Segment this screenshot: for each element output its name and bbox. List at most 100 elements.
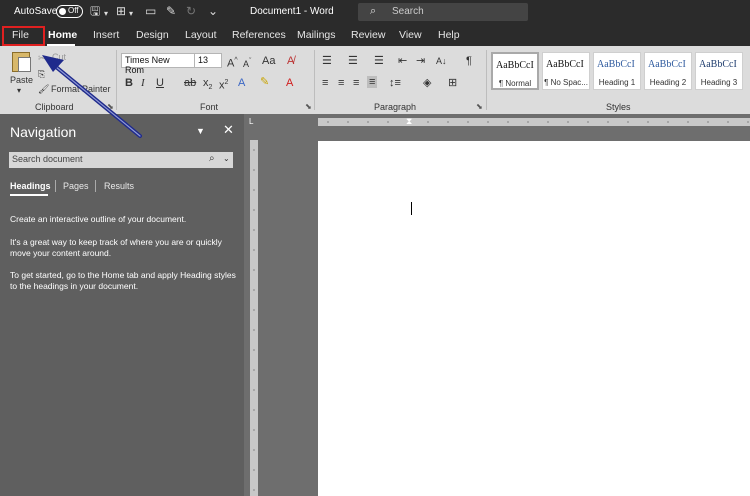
- horizontal-ruler[interactable]: [318, 118, 750, 126]
- tab-help[interactable]: Help: [438, 29, 460, 41]
- save-icon[interactable]: 🖫: [90, 4, 100, 18]
- save-dropdown-icon[interactable]: ▾: [104, 7, 108, 21]
- styles-group-label: Styles: [606, 102, 631, 112]
- customize-toolbar-icon[interactable]: ⌄: [208, 4, 218, 18]
- autosave-toggle[interactable]: Off: [56, 5, 83, 18]
- nav-tab-pages[interactable]: Pages: [63, 181, 89, 191]
- style-sample: AaBbCcI: [496, 60, 534, 71]
- nav-help-text: To get started, go to the Home tab and a…: [10, 270, 236, 291]
- bullets-icon[interactable]: ☰: [322, 55, 332, 67]
- shrink-font-icon[interactable]: Aˇ: [243, 56, 251, 70]
- strikethrough-button[interactable]: ab: [184, 77, 196, 89]
- autosave-state: Off: [68, 6, 79, 15]
- ribbon-tabs: File Home Insert Design Layout Reference…: [0, 24, 750, 46]
- sort-icon[interactable]: A↓: [436, 55, 447, 67]
- style-heading-2[interactable]: AaBbCcI Heading 2: [644, 52, 692, 90]
- text-cursor: [411, 202, 412, 215]
- tab-design[interactable]: Design: [136, 29, 169, 41]
- tab-selector[interactable]: L: [249, 117, 253, 126]
- clear-formatting-icon[interactable]: A̸: [287, 55, 294, 67]
- increase-indent-icon[interactable]: ⇥: [416, 55, 425, 67]
- search-document-input[interactable]: Search document ⌕ ⌄: [9, 152, 233, 168]
- pane-options-icon[interactable]: ▼: [196, 126, 205, 136]
- table-icon[interactable]: ⊞: [116, 4, 126, 18]
- font-color-icon[interactable]: A: [286, 77, 293, 89]
- draw-table-icon[interactable]: ▭: [145, 4, 156, 18]
- format-painter-icon[interactable]: ✎: [166, 4, 176, 18]
- multilevel-list-icon[interactable]: ☰: [374, 55, 384, 67]
- align-center-icon[interactable]: ≡: [338, 77, 344, 89]
- search-placeholder: Search: [392, 6, 424, 17]
- borders-icon[interactable]: ⊞: [448, 77, 457, 89]
- navigation-pane: Navigation ▼ ✕ Search document ⌕ ⌄ Headi…: [0, 114, 244, 496]
- nav-tab-headings[interactable]: Headings: [10, 181, 51, 191]
- style-name: Heading 1: [598, 78, 636, 87]
- close-icon[interactable]: ✕: [223, 122, 234, 138]
- autosave-label: AutoSave: [14, 6, 58, 17]
- nav-help-text: It's a great way to keep track of where …: [10, 237, 222, 258]
- ribbon-separator: [486, 50, 487, 110]
- line-spacing-icon[interactable]: ↕≡: [389, 77, 401, 89]
- active-nav-tab-indicator: [10, 194, 48, 196]
- chevron-down-icon[interactable]: ⌄: [223, 154, 230, 163]
- file-tab-highlight: [2, 26, 45, 46]
- font-launcher-icon[interactable]: ⬊: [305, 102, 312, 111]
- superscript-button[interactable]: x2: [219, 77, 228, 92]
- document-page[interactable]: [318, 141, 750, 496]
- change-case-icon[interactable]: Aa: [262, 55, 275, 67]
- style-sample: AaBbCcI: [699, 59, 737, 70]
- tab-insert[interactable]: Insert: [93, 29, 119, 41]
- format-painter-button[interactable]: Format Painter: [51, 84, 111, 94]
- tab-view[interactable]: View: [399, 29, 422, 41]
- font-size-field[interactable]: 13: [194, 53, 222, 68]
- tab-layout[interactable]: Layout: [185, 29, 217, 41]
- underline-button[interactable]: U: [156, 77, 164, 89]
- vertical-ruler[interactable]: [250, 140, 258, 496]
- highlight-color-icon[interactable]: ✎: [260, 76, 269, 88]
- format-painter-brush-icon[interactable]: 🖌: [38, 83, 49, 95]
- cut-button[interactable]: Cut: [52, 52, 66, 62]
- style-sample: AaBbCcI: [648, 59, 686, 70]
- font-name-field[interactable]: Times New Rom: [121, 53, 195, 75]
- align-left-icon[interactable]: ≡: [322, 77, 328, 89]
- indent-marker[interactable]: ⧗: [406, 116, 412, 127]
- redo-icon[interactable]: ↻: [186, 4, 196, 18]
- shading-icon[interactable]: ◈: [423, 77, 431, 89]
- tab-references[interactable]: References: [232, 29, 286, 41]
- paste-button[interactable]: Paste: [10, 75, 33, 85]
- cut-icon[interactable]: ✂: [38, 52, 46, 64]
- search-icon: ⌕: [370, 5, 377, 17]
- bold-button[interactable]: B: [125, 77, 133, 89]
- style-no-spacing[interactable]: AaBbCcI ¶ No Spac...: [542, 52, 590, 90]
- tab-home[interactable]: Home: [48, 29, 77, 41]
- navigation-title: Navigation: [10, 124, 77, 140]
- style-heading-3[interactable]: AaBbCcI Heading 3: [695, 52, 743, 90]
- italic-button[interactable]: I: [141, 77, 145, 89]
- nav-tab-results[interactable]: Results: [104, 181, 134, 191]
- numbering-icon[interactable]: ☰: [348, 55, 358, 67]
- style-normal[interactable]: AaBbCcI ¶ Normal: [491, 52, 539, 90]
- tab-review[interactable]: Review: [351, 29, 385, 41]
- tab-mailings[interactable]: Mailings: [297, 29, 336, 41]
- clipboard-launcher-icon[interactable]: ⬊: [107, 102, 114, 111]
- paragraph-launcher-icon[interactable]: ⬊: [476, 102, 483, 111]
- copy-icon[interactable]: ⎘: [38, 68, 45, 80]
- style-name: ¶ Normal: [498, 79, 532, 88]
- paragraph-group-label: Paragraph: [374, 102, 417, 112]
- grow-font-icon[interactable]: A^: [227, 55, 238, 70]
- text-effects-icon[interactable]: A: [238, 77, 245, 89]
- search-icon[interactable]: ⌕: [209, 153, 215, 164]
- subscript-button[interactable]: x2: [203, 77, 212, 94]
- search-box[interactable]: ⌕ Search: [358, 3, 528, 21]
- show-formatting-icon[interactable]: ¶: [466, 55, 472, 67]
- table-dropdown-icon[interactable]: ▾: [129, 7, 133, 21]
- decrease-indent-icon[interactable]: ⇤: [398, 55, 407, 67]
- clipboard-group-label: Clipboard: [35, 102, 74, 112]
- paste-dropdown-icon[interactable]: ▾: [17, 86, 21, 95]
- tab-divider: [55, 180, 56, 192]
- justify-icon[interactable]: ≡: [367, 76, 378, 88]
- style-name: ¶ No Spac...: [544, 78, 588, 87]
- toggle-knob: [59, 8, 66, 15]
- style-heading-1[interactable]: AaBbCcI Heading 1: [593, 52, 641, 90]
- align-right-icon[interactable]: ≡: [353, 77, 359, 89]
